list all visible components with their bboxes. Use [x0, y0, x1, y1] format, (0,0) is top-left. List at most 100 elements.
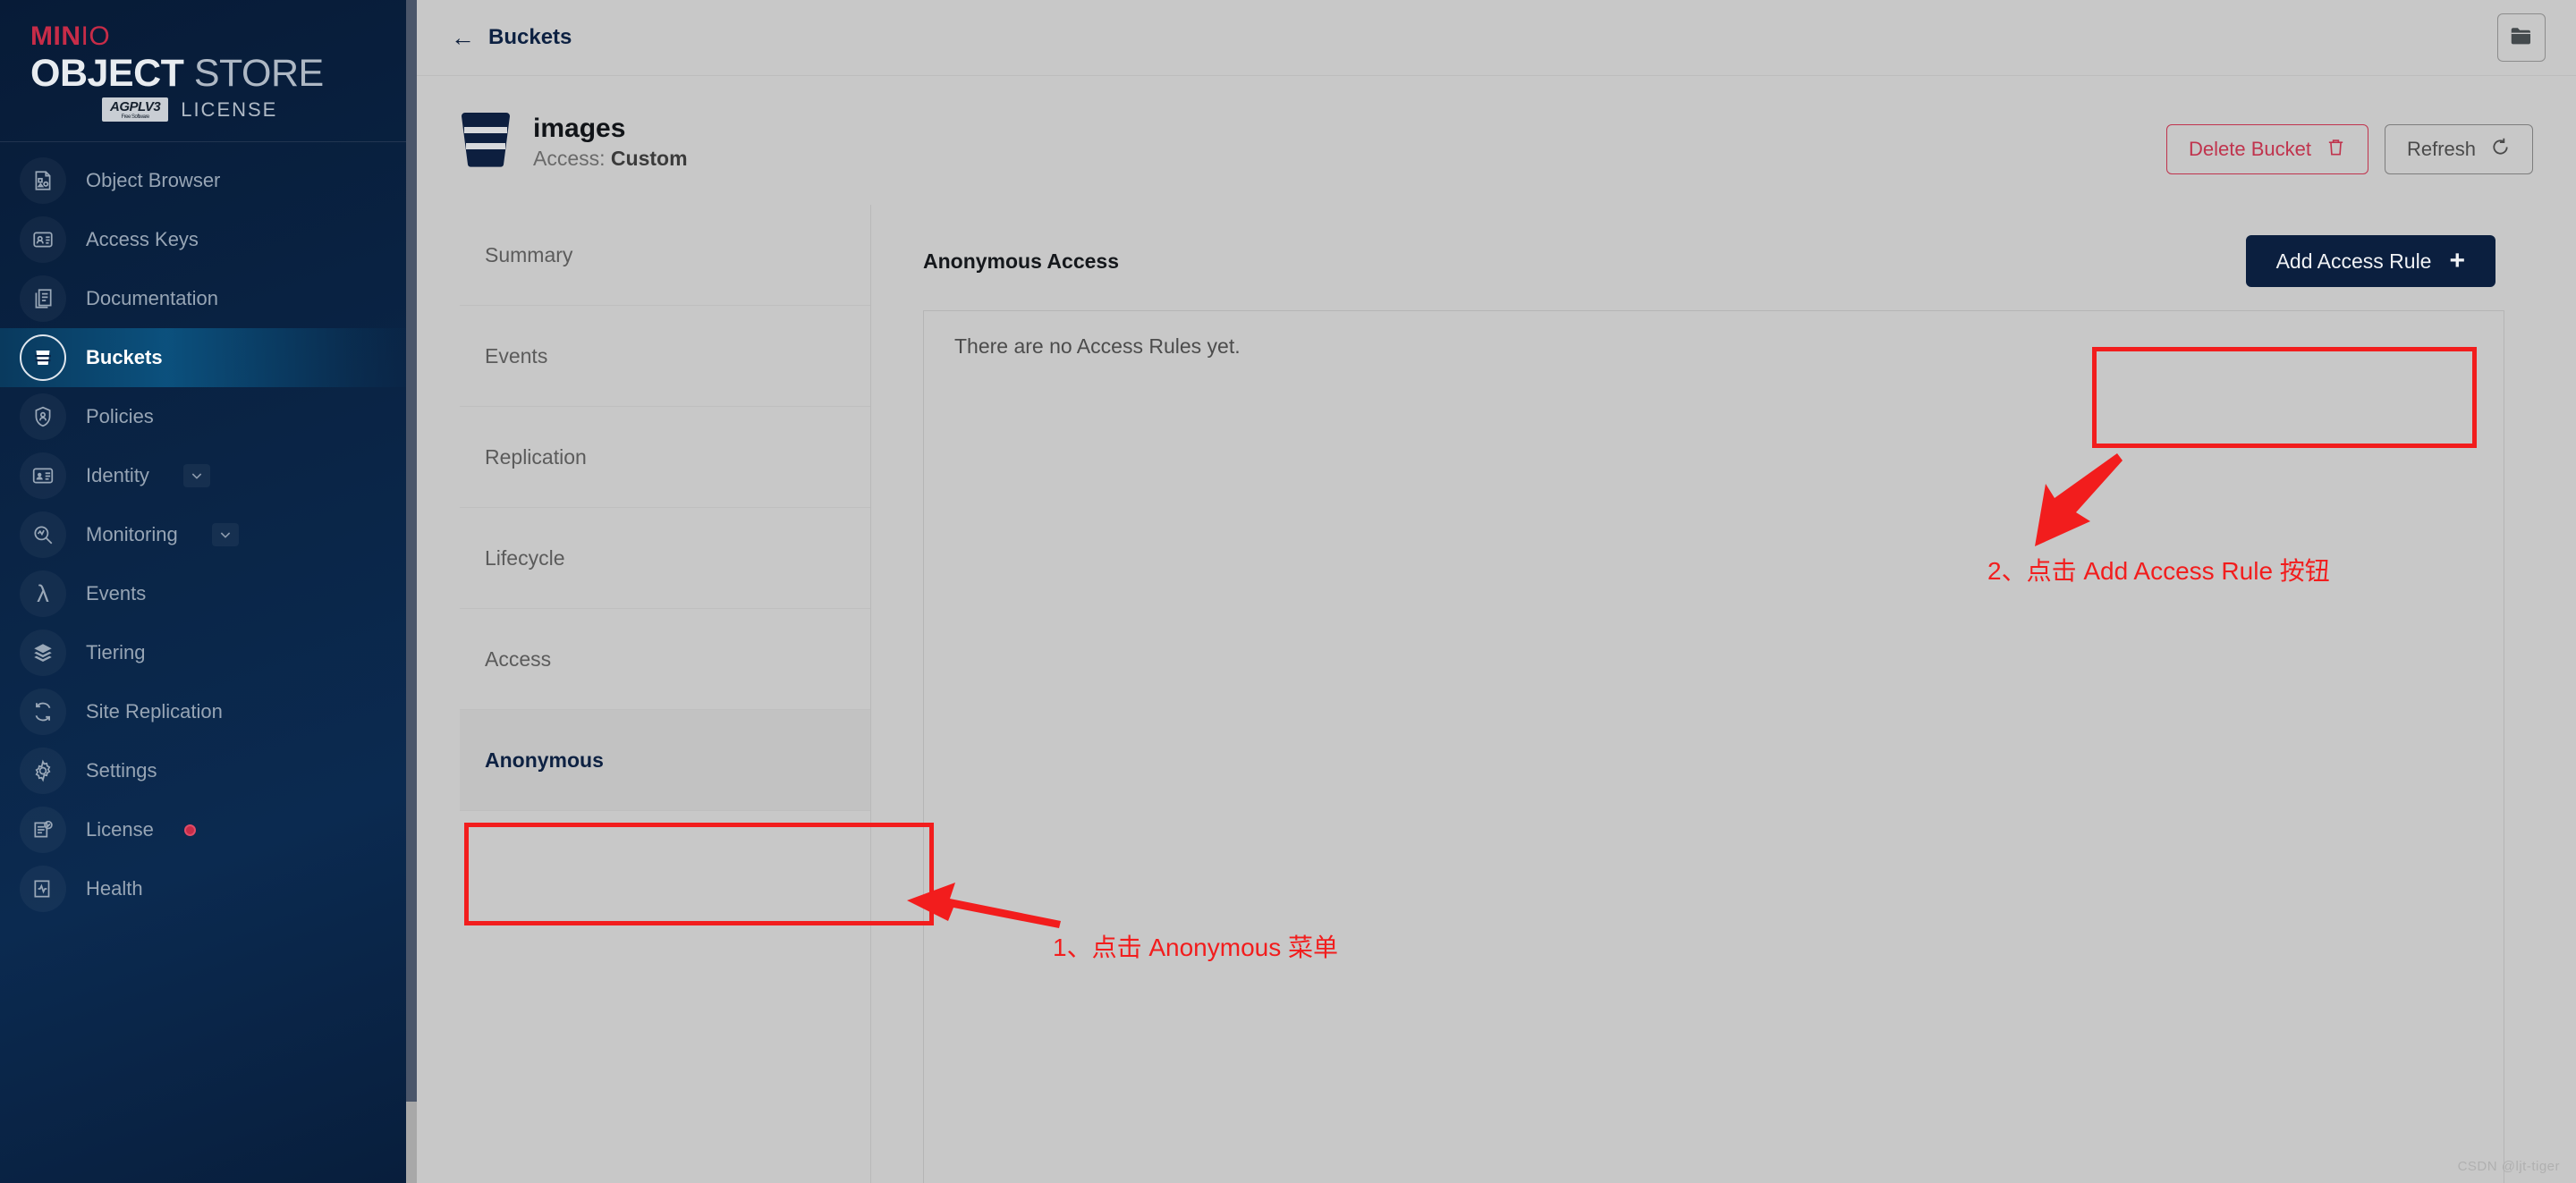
- content-area: images Access: Custom Delete Bucket Refr…: [417, 76, 2576, 1183]
- chevron-down-icon[interactable]: [182, 464, 210, 487]
- sidebar-item-buckets[interactable]: Buckets: [0, 328, 417, 387]
- brand-minio: MINIO: [30, 21, 111, 51]
- sidebar-item-label: License: [86, 818, 154, 841]
- access-value: Custom: [610, 146, 688, 170]
- chevron-down-icon[interactable]: [211, 523, 239, 546]
- tab-replication[interactable]: Replication: [460, 407, 870, 508]
- delete-bucket-label: Delete Bucket: [2188, 138, 2311, 160]
- page-title: images: [533, 113, 626, 143]
- sidebar-scrollbar-thumb[interactable]: [406, 0, 417, 1102]
- sidebar-item-events[interactable]: λ Events: [0, 564, 417, 623]
- sidebar-item-label: Settings: [86, 759, 157, 782]
- settings-gear-icon: [20, 748, 66, 794]
- sidebar-item-access-keys[interactable]: Access Keys: [0, 210, 417, 269]
- pane-title: Anonymous Access: [923, 249, 1119, 273]
- sidebar: MINIO OBJECT STORE AGPLV3 Free Software …: [0, 0, 417, 1183]
- sidebar-item-label: Buckets: [86, 346, 163, 368]
- bucket-text-block: images Access: Custom: [533, 114, 688, 171]
- status-badge: [183, 824, 196, 836]
- tab-events[interactable]: Events: [460, 306, 870, 407]
- license-word: LICENSE: [181, 97, 278, 121]
- policies-icon: [20, 393, 66, 440]
- sidebar-item-documentation[interactable]: Documentation: [0, 269, 417, 328]
- sidebar-item-label: Documentation: [86, 287, 218, 309]
- sidebar-item-object-browser[interactable]: Object Browser: [0, 151, 417, 210]
- tab-label: Anonymous: [485, 748, 604, 772]
- add-access-rule-label: Add Access Rule: [2275, 249, 2432, 273]
- minio-console-app: MINIO OBJECT STORE AGPLV3 Free Software …: [0, 0, 2576, 1183]
- breadcrumb[interactable]: ← Buckets: [451, 25, 572, 50]
- folder-icon: [2508, 22, 2535, 54]
- brand-object-store: OBJECT STORE: [30, 52, 324, 95]
- license-badge-row: AGPLV3 Free Software LICENSE: [30, 97, 417, 122]
- sidebar-item-label: Health: [86, 877, 143, 900]
- delete-bucket-button[interactable]: Delete Bucket: [2165, 124, 2368, 174]
- bucket-header: images Access: Custom Delete Bucket Refr…: [460, 112, 2533, 205]
- tabs-filler: [460, 811, 870, 1183]
- back-arrow-icon[interactable]: ←: [451, 25, 475, 50]
- sidebar-item-health[interactable]: Health: [0, 859, 417, 918]
- documentation-icon: [20, 275, 66, 322]
- bucket-tabs: Summary Events Replication Lifecycle Acc…: [460, 205, 871, 1183]
- sidebar-item-label: Site Replication: [86, 700, 223, 722]
- bucket-actions: Delete Bucket Refresh: [2165, 112, 2533, 174]
- access-rules-list: There are no Access Rules yet.: [923, 310, 2504, 1183]
- object-browser-icon: [20, 157, 66, 204]
- top-bar: ← Buckets: [417, 0, 2576, 76]
- refresh-button[interactable]: Refresh: [2384, 124, 2533, 174]
- pane-header: Anonymous Access Add Access Rule +: [923, 235, 2533, 287]
- sidebar-item-label: Policies: [86, 405, 154, 427]
- sidebar-item-tiering[interactable]: Tiering: [0, 623, 417, 682]
- license-icon: [20, 807, 66, 853]
- agpl-badge-icon: AGPLV3 Free Software: [102, 97, 169, 122]
- access-label: Access:: [533, 146, 606, 170]
- breadcrumb-label: Buckets: [488, 25, 572, 49]
- plus-icon: +: [2449, 246, 2465, 275]
- sidebar-item-label: Monitoring: [86, 523, 178, 545]
- tab-anonymous[interactable]: Anonymous: [460, 710, 870, 811]
- tab-label: Replication: [485, 444, 587, 469]
- sidebar-nav: Object Browser Access Keys Documentation…: [0, 142, 417, 918]
- sidebar-item-site-replication[interactable]: Site Replication: [0, 682, 417, 741]
- sidebar-item-label: Access Keys: [86, 228, 199, 250]
- bucket-access-line: Access: Custom: [533, 147, 688, 171]
- anonymous-pane: Anonymous Access Add Access Rule + There…: [871, 205, 2533, 1183]
- bucket-identity: images Access: Custom: [460, 112, 688, 172]
- tab-label: Events: [485, 343, 548, 368]
- site-replication-icon: [20, 689, 66, 735]
- monitoring-icon: [20, 511, 66, 558]
- watermark: CSDN @ljt-tiger: [2457, 1159, 2560, 1174]
- main-area: ← Buckets images Access: Custom Delete B…: [417, 0, 2576, 1183]
- sidebar-item-label: Identity: [86, 464, 149, 486]
- tab-access[interactable]: Access: [460, 609, 870, 710]
- tab-label: Access: [485, 646, 552, 671]
- sidebar-item-label: Events: [86, 582, 147, 604]
- sidebar-item-monitoring[interactable]: Monitoring: [0, 505, 417, 564]
- add-access-rule-button[interactable]: Add Access Rule +: [2245, 235, 2496, 287]
- minio-logo: MINIO OBJECT STORE AGPLV3 Free Software …: [0, 0, 417, 141]
- health-icon: [20, 866, 66, 912]
- refresh-icon: [2490, 137, 2511, 163]
- trash-icon: [2326, 137, 2346, 163]
- tiering-icon: [20, 630, 66, 676]
- sidebar-item-label: Object Browser: [86, 169, 221, 191]
- bucket-detail-panel: Summary Events Replication Lifecycle Acc…: [460, 205, 2533, 1183]
- sidebar-item-label: Tiering: [86, 641, 146, 663]
- sidebar-item-policies[interactable]: Policies: [0, 387, 417, 446]
- sidebar-item-settings[interactable]: Settings: [0, 741, 417, 800]
- tab-summary[interactable]: Summary: [460, 205, 870, 306]
- tab-lifecycle[interactable]: Lifecycle: [460, 508, 870, 609]
- sidebar-scrollbar[interactable]: [406, 0, 417, 1183]
- tab-label: Summary: [485, 242, 573, 266]
- identity-icon: [20, 452, 66, 499]
- sidebar-item-license[interactable]: License: [0, 800, 417, 859]
- access-keys-icon: [20, 216, 66, 263]
- folder-button[interactable]: [2497, 13, 2546, 62]
- sidebar-item-identity[interactable]: Identity: [0, 446, 417, 505]
- events-lambda-icon: λ: [20, 570, 66, 617]
- bucket-icon: [460, 112, 512, 172]
- empty-state-message: There are no Access Rules yet.: [954, 334, 1241, 358]
- tab-label: Lifecycle: [485, 545, 565, 570]
- buckets-icon: [20, 334, 66, 381]
- refresh-label: Refresh: [2406, 138, 2476, 160]
